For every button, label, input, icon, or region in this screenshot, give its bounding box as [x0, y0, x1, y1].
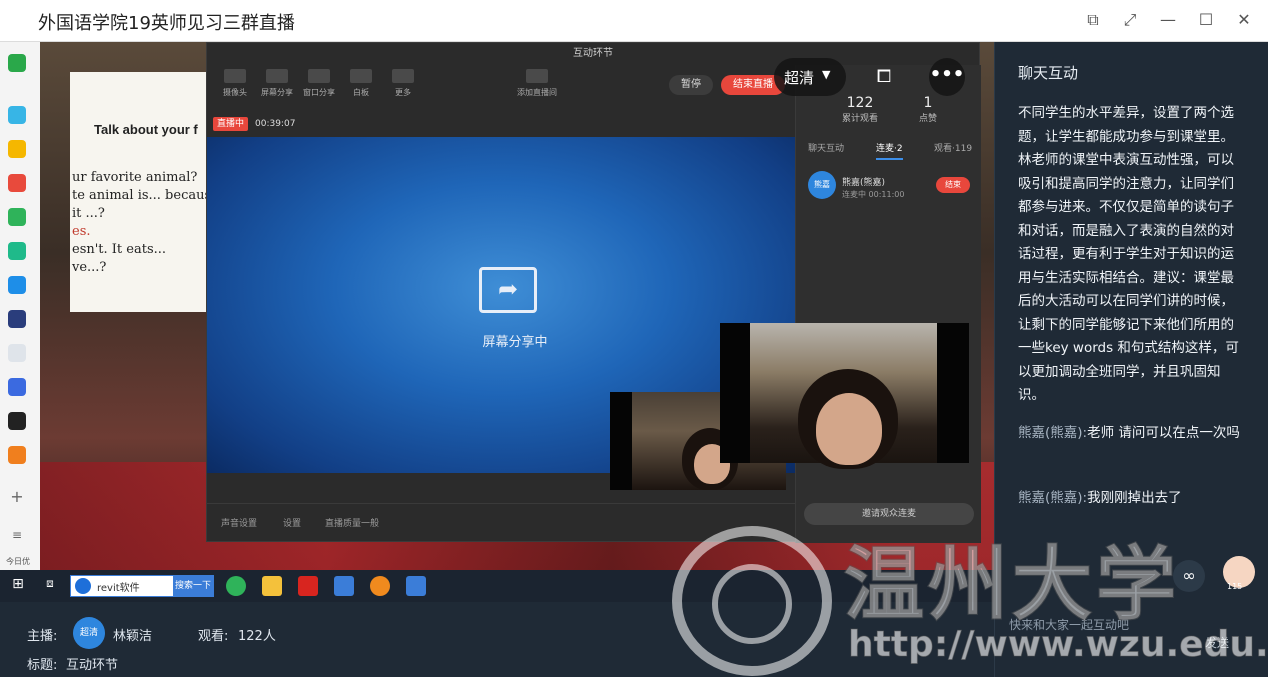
grid-icon	[392, 69, 414, 83]
app-icon[interactable]	[8, 310, 26, 328]
chat-panel: 聊天互动 不同学生的水平差异，设置了两个选题，让学生都能成功参与到课堂里。林老师…	[994, 42, 1268, 677]
chat-message-author: 熊嘉(熊嘉):	[1018, 425, 1088, 441]
avatar[interactable]: 超清	[73, 617, 105, 649]
chat-title: 聊天互动	[1018, 64, 1079, 82]
taskbar-search[interactable]: revit软件 搜索一下	[70, 575, 214, 597]
whiteboard-icon	[350, 69, 372, 83]
subject-label: 标题:	[27, 658, 58, 673]
chat-input[interactable]: 快来和大家一起互动吧	[1007, 610, 1203, 640]
guest-status: 连麦中 00:11:00	[842, 190, 905, 199]
share-icon[interactable]: ⧉	[1080, 8, 1106, 32]
browser-icon[interactable]	[8, 54, 26, 72]
minimize-icon[interactable]: —	[1155, 8, 1181, 32]
viewers-count: 122人	[238, 629, 276, 644]
more-icon[interactable]: •••	[929, 58, 965, 96]
end-mic-button[interactable]: 结束	[936, 177, 970, 193]
face	[816, 393, 882, 465]
title-bar: 外国语学院19英师见习三群直播 ⧉ ⤢ — ☐ ✕	[0, 0, 1268, 42]
app-icon[interactable]	[226, 576, 246, 596]
window-share-button[interactable]: 窗口分享	[299, 69, 339, 98]
stream-bottom-bar: 声音设置 设置 直播质量一般	[207, 503, 795, 543]
guest-avatar: 熊嘉	[808, 171, 836, 199]
chat-message: 熊嘉(熊嘉):我刚刚掉出去了	[1018, 487, 1244, 511]
live-timer: 00:39:07	[255, 119, 296, 129]
star-icon[interactable]	[8, 140, 26, 158]
app-icon[interactable]	[8, 106, 26, 124]
rotate-icon[interactable]: ⧠	[866, 58, 902, 96]
anchor-label: 主播:	[27, 629, 58, 644]
today-label: 今日优	[6, 557, 30, 566]
panda-icon[interactable]	[8, 412, 26, 430]
desktop-app-bar: + ≡ 今日优	[0, 42, 40, 570]
chat-message: 不同学生的水平差异，设置了两个选题，让学生都能成功参与到课堂里。林老师的课堂中表…	[1018, 102, 1244, 408]
ie-icon	[75, 578, 91, 594]
viewers-label: 观看:	[198, 629, 229, 644]
weibo-icon[interactable]	[8, 174, 26, 192]
doc-icon[interactable]	[8, 344, 26, 362]
chat-message: 熊嘉(熊嘉):老师 请问可以在点一次吗	[1018, 422, 1244, 446]
lesson-slide: Talk about your f ur favorite animal? te…	[70, 72, 215, 312]
tab-chat[interactable]: 聊天互动	[808, 141, 844, 154]
stream-side-panel: 122 累计观看 1 点赞 聊天互动 连麦·2 观看·119 熊嘉 熊嘉(熊嘉) 连…	[795, 65, 981, 543]
task-view-icon[interactable]: ⧈	[40, 576, 60, 596]
audio-settings-button[interactable]: 声音设置	[221, 516, 257, 529]
chat-message-text: 不同学生的水平差异，设置了两个选题，让学生都能成功参与到课堂里。林老师的课堂中表…	[1018, 105, 1239, 403]
screen-share-icon	[266, 69, 288, 83]
total-views-stat: 122 累计观看	[841, 95, 878, 124]
chat-message-author: 熊嘉(熊嘉):	[1018, 490, 1088, 506]
guest-camera-large	[720, 323, 969, 469]
maximize-icon[interactable]: ☐	[1193, 8, 1219, 32]
invite-mic-button[interactable]: 邀请观众连麦	[804, 503, 974, 525]
folder-icon[interactable]	[262, 576, 282, 596]
anchor-name: 林颖洁	[113, 629, 153, 644]
screen-share-icon: ➦	[479, 267, 537, 313]
video-player[interactable]: + ≡ 今日优 Talk about your f ur favorite an…	[0, 42, 994, 602]
like-button[interactable]: 115	[1223, 556, 1255, 591]
camera-button[interactable]: 摄像头	[215, 69, 255, 98]
window-title: 外国语学院19英师见习三群直播	[38, 13, 295, 34]
chat-message-text: 老师 请问可以在点一次吗	[1087, 425, 1240, 441]
expand-icon[interactable]: ⤢	[1117, 8, 1143, 32]
settings-button[interactable]: 设置	[283, 516, 301, 529]
search-button[interactable]: 搜索一下	[173, 576, 213, 596]
guest-name: 熊嘉(熊嘉)	[842, 178, 886, 188]
add-room-button[interactable]: 添加直播间	[513, 69, 561, 98]
screen-share-button[interactable]: 屏幕分享	[257, 69, 297, 98]
chevron-down-icon: ▼	[822, 68, 831, 81]
app-icon[interactable]	[370, 576, 390, 596]
tab-mic[interactable]: 连麦·2	[876, 141, 903, 160]
whiteboard-button[interactable]: 白板	[341, 69, 381, 98]
stream-info: 主播: 超清 林颖洁 观看: 122人 标题: 互动环节	[0, 602, 994, 677]
camera-icon	[224, 69, 246, 83]
send-button[interactable]: 发送	[1205, 634, 1245, 658]
wps-icon[interactable]	[298, 576, 318, 596]
tab-viewers[interactable]: 观看·119	[934, 141, 972, 154]
add-room-icon	[526, 69, 548, 83]
windows-start-icon[interactable]: ⊞	[8, 576, 28, 596]
close-icon[interactable]: ✕	[1231, 8, 1257, 32]
app-icon[interactable]	[8, 378, 26, 396]
like-count: 115	[1227, 582, 1243, 591]
likes-stat: 1 点赞	[918, 95, 937, 124]
chat-message-text: 我刚刚掉出去了	[1087, 490, 1182, 506]
link-icon[interactable]: ∞	[1173, 560, 1205, 592]
app-icon[interactable]	[8, 446, 26, 464]
app-icon[interactable]	[8, 242, 26, 260]
live-badge: 直播中	[213, 117, 249, 131]
app-icon[interactable]	[334, 576, 354, 596]
app-icon[interactable]	[8, 276, 26, 294]
stream-window-title: 互动环节	[573, 48, 613, 59]
os-taskbar: ⊞ ⧈ revit软件 搜索一下	[0, 570, 994, 602]
window-share-icon	[308, 69, 330, 83]
quality-status: 直播质量一般	[325, 519, 380, 529]
more-tools-button[interactable]: 更多	[383, 69, 423, 98]
player-icon[interactable]	[406, 576, 426, 596]
share-status: 屏幕分享中	[482, 335, 548, 350]
add-icon[interactable]: +	[8, 488, 26, 506]
app-icon[interactable]	[8, 208, 26, 226]
pause-button[interactable]: 暂停	[669, 75, 713, 95]
list-icon[interactable]: ≡	[8, 526, 26, 544]
subject-value: 互动环节	[66, 658, 119, 673]
quality-selector[interactable]: 超清 ▼	[774, 58, 846, 96]
